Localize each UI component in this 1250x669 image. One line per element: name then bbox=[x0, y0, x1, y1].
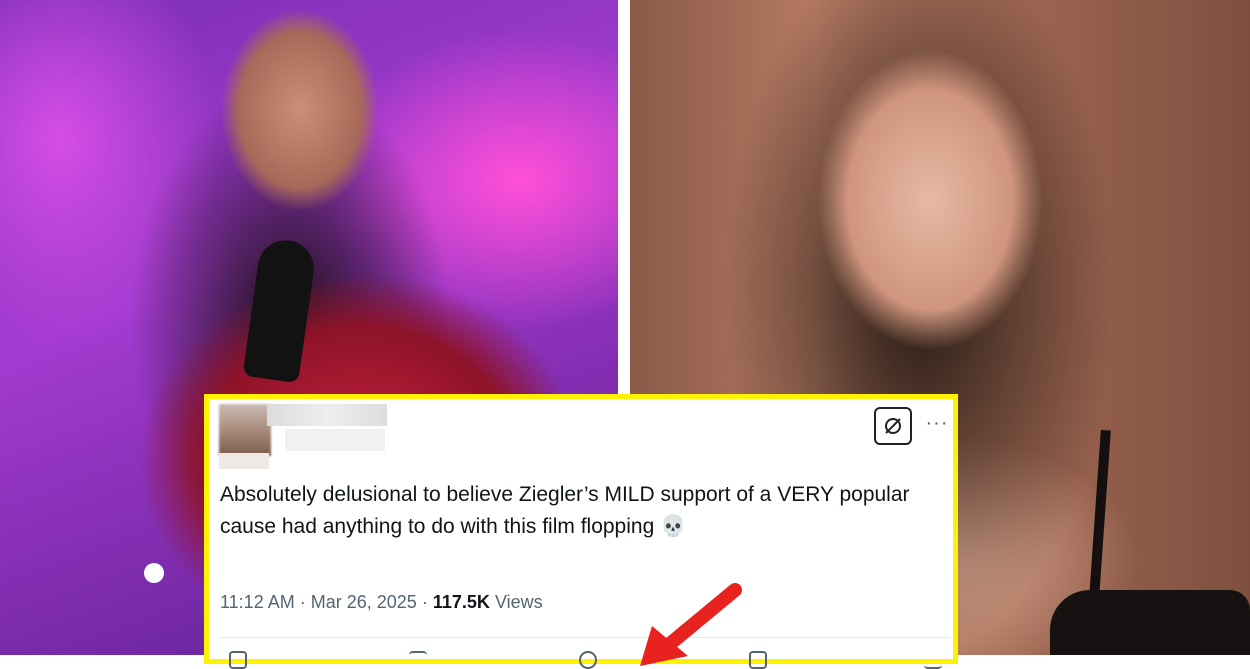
views-count: 117.5K bbox=[432, 592, 490, 612]
action-bar-divider bbox=[220, 637, 950, 638]
right-photo-top bbox=[1050, 590, 1250, 655]
views-label: Views bbox=[494, 592, 543, 612]
bookmark-icon[interactable] bbox=[749, 651, 767, 669]
tweet-date[interactable]: Mar 26, 2025 bbox=[311, 592, 417, 612]
grok-icon bbox=[885, 418, 901, 434]
tweet-text: Absolutely delusional to believe Ziegler… bbox=[220, 483, 910, 538]
meta-separator: · bbox=[299, 592, 306, 612]
reply-icon[interactable] bbox=[229, 651, 247, 669]
more-options-button[interactable]: ··· bbox=[923, 413, 951, 437]
tweet-card: ··· Absolutely delusional to believe Zie… bbox=[204, 394, 958, 669]
share-icon[interactable] bbox=[924, 651, 942, 669]
author-name-redacted[interactable] bbox=[267, 404, 387, 426]
avatar[interactable] bbox=[219, 404, 271, 456]
like-icon[interactable] bbox=[579, 651, 597, 669]
author-handle-redacted[interactable] bbox=[285, 429, 385, 451]
tweet-time[interactable]: 11:12 AM bbox=[220, 592, 295, 612]
white-dot bbox=[144, 563, 164, 583]
meta-separator: · bbox=[421, 592, 428, 612]
grok-button[interactable] bbox=[874, 407, 912, 445]
tweet-meta: 11:12 AM · Mar 26, 2025 · 117.5K Views bbox=[220, 592, 543, 613]
retweet-icon[interactable] bbox=[409, 651, 427, 669]
author-extra-redacted bbox=[219, 453, 269, 469]
